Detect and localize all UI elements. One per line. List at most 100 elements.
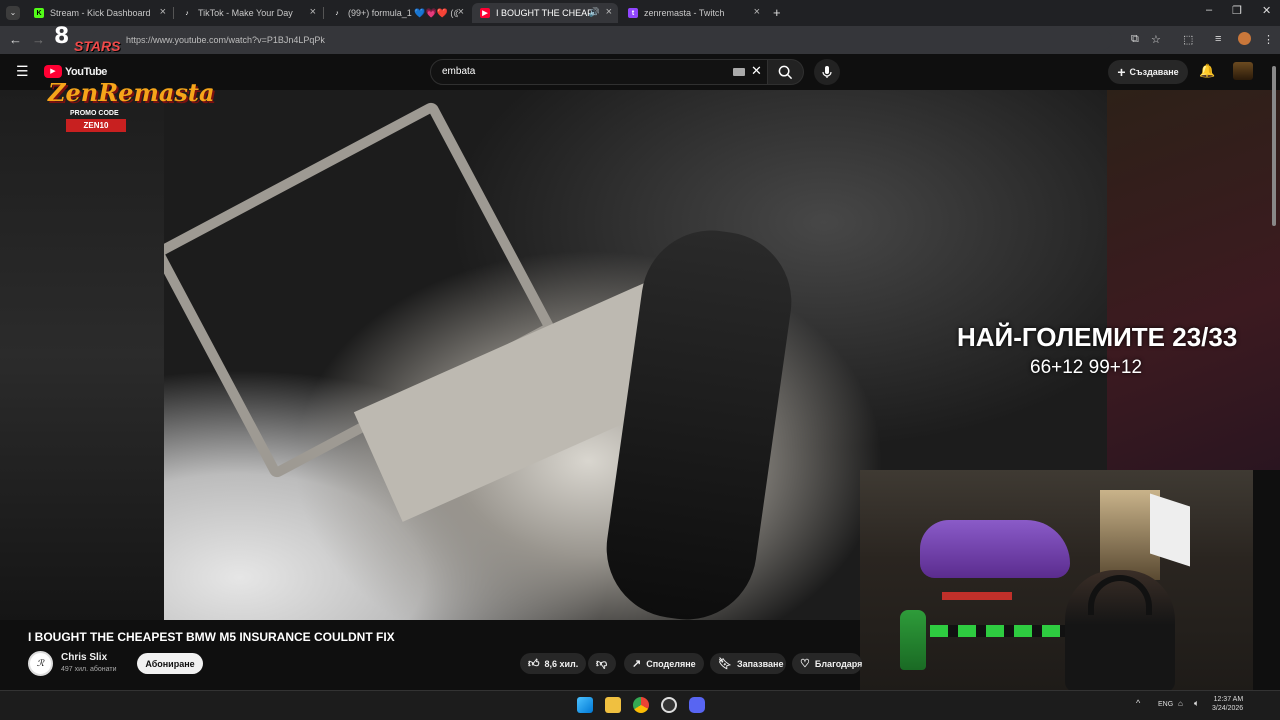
search-input[interactable]: embata ✕ xyxy=(430,59,768,85)
discord-icon[interactable] xyxy=(689,697,705,713)
url-text: https://www.youtube.com/watch?v=P1BJn4LP… xyxy=(126,35,325,45)
video-ambient-right xyxy=(1107,90,1280,470)
tab-tiktok[interactable]: ♪ TikTok - Make Your Day × xyxy=(174,3,322,23)
save-button[interactable]: 🔖︎ Запазване xyxy=(710,653,786,674)
tab-title: TikTok - Make Your Day xyxy=(198,8,293,18)
thanks-icon: ♡ xyxy=(800,658,810,670)
media-controls-icon[interactable]: ≡ xyxy=(1215,33,1221,45)
bookmark-star-icon[interactable]: ☆ xyxy=(1151,33,1161,46)
tiktok-icon: ♪ xyxy=(335,9,339,17)
tab-title: (99+) formula_1 💙💗❤️ (@re... xyxy=(348,7,458,18)
close-tab-icon[interactable]: × xyxy=(606,6,612,18)
menu-dots-icon[interactable]: ⋮ xyxy=(1263,33,1274,46)
close-tab-icon[interactable]: × xyxy=(160,6,166,18)
browser-toolbar: ← → https://www.youtube.com/watch?v=P1BJ… xyxy=(0,26,1280,54)
search-icon xyxy=(778,65,793,79)
webcam-floor-lights xyxy=(930,625,1070,637)
tray-chevron-icon[interactable]: ^ xyxy=(1136,698,1140,708)
back-icon[interactable]: ← xyxy=(9,32,22,47)
browser-tab-bar: ⌄ K Stream - Kick Dashboard × ♪ TikTok -… xyxy=(0,0,1280,26)
webcam-lift xyxy=(942,592,1012,600)
url-bar[interactable]: https://www.youtube.com/watch?v=P1BJn4LP… xyxy=(92,30,1112,50)
youtube-icon: ▶ xyxy=(480,8,490,18)
tab-title: zenremasta - Twitch xyxy=(644,8,725,18)
keyboard-icon[interactable] xyxy=(733,68,745,76)
clock-date: 3/24/2026 xyxy=(1212,705,1244,712)
share-label: Споделяне xyxy=(646,658,696,669)
dislike-button[interactable]: 👎︎ xyxy=(588,653,616,674)
video-title: I BOUGHT THE CHEAPEST BMW M5 INSURANCE C… xyxy=(28,630,395,644)
tab-title: Stream - Kick Dashboard xyxy=(50,8,151,18)
obs-icon[interactable] xyxy=(661,697,677,713)
chrome-icon[interactable] xyxy=(633,697,649,713)
tab-search-button[interactable]: ⌄ xyxy=(6,6,20,20)
tiktok-icon: ♪ xyxy=(185,9,189,17)
windows-taskbar: ^ ⌂ 🔈︎ xyxy=(0,690,1280,720)
promo-code: ZEN10 xyxy=(66,119,126,132)
system-clock[interactable]: 12:37 AM 3/24/2026 xyxy=(1212,695,1243,713)
save-label: Запазване xyxy=(736,658,784,669)
like-button[interactable]: 👍︎ 8,6 хил. xyxy=(520,653,586,674)
plus-icon: + xyxy=(1117,64,1126,80)
extensions-icon[interactable]: ⬚ xyxy=(1183,33,1193,46)
twitch-icon: t xyxy=(628,8,638,18)
file-explorer-icon[interactable] xyxy=(605,697,621,713)
cast-icon[interactable]: ⧉ xyxy=(1131,33,1139,46)
close-tab-icon[interactable]: × xyxy=(458,6,464,18)
page-scrollbar[interactable] xyxy=(1270,56,1278,686)
subscriber-count: 497 хил. абонати xyxy=(61,666,117,673)
windows-start-icon[interactable] xyxy=(577,697,593,713)
tab-tiktok-formula1[interactable]: ♪ (99+) formula_1 💙💗❤️ (@re... × xyxy=(324,3,470,23)
close-tab-icon[interactable]: × xyxy=(310,6,316,18)
thanks-button[interactable]: ♡ Благодаря xyxy=(792,653,862,674)
tab-title: I BOUGHT THE CHEAPEST B... xyxy=(496,8,592,18)
channel-avatar[interactable]: ℛ xyxy=(28,651,53,676)
promo-label: PROMO CODE xyxy=(70,110,119,117)
logo-name-text: ZenRemasta xyxy=(48,78,215,107)
channel-name[interactable]: Chris Slix xyxy=(61,652,107,663)
webcam-car xyxy=(920,520,1070,578)
close-window-icon[interactable]: ✕ xyxy=(1262,4,1271,17)
volume-icon[interactable]: 🔈︎ xyxy=(1194,698,1199,709)
kick-icon: K xyxy=(34,8,44,18)
thumbs-down-icon: 👎︎ xyxy=(596,658,608,670)
create-button[interactable]: + Създаване xyxy=(1108,60,1188,84)
webcam-overlay xyxy=(860,470,1253,692)
logo-stars-text: STARS xyxy=(74,38,121,54)
clock-time: 12:37 AM xyxy=(1213,696,1244,703)
network-icon[interactable]: ⌂ xyxy=(1178,699,1183,708)
video-ambient-left xyxy=(0,90,164,620)
thanks-label: Благодаря xyxy=(814,658,862,669)
search-value: embata xyxy=(442,66,476,77)
stream-overlay-title: НАЙ-ГОЛЕМИТЕ 23/33 xyxy=(957,322,1238,352)
input-language[interactable]: ENG xyxy=(1158,701,1173,708)
account-avatar[interactable] xyxy=(1233,62,1253,80)
audio-playing-icon[interactable]: 🔊 xyxy=(589,7,600,18)
minimize-icon[interactable]: – xyxy=(1206,4,1212,16)
thumbs-up-icon: 👍︎ xyxy=(528,658,540,670)
like-count: 8,6 хил. xyxy=(544,658,579,669)
subscribe-button[interactable]: Абониране xyxy=(137,653,203,674)
bookmark-icon: 🔖︎ xyxy=(718,658,732,670)
close-tab-icon[interactable]: × xyxy=(754,6,760,18)
stream-overlay-score: 66+12 99+12 xyxy=(1030,357,1143,378)
maximize-icon[interactable]: ❐ xyxy=(1232,4,1242,17)
video-frame-detail xyxy=(597,221,801,620)
tab-youtube-video[interactable]: ▶ I BOUGHT THE CHEAPEST B... 🔊 × xyxy=(472,3,618,23)
create-label: Създаване xyxy=(1129,67,1179,77)
voice-search-button[interactable] xyxy=(814,59,840,85)
notifications-bell-icon[interactable]: 🔔 xyxy=(1199,63,1215,79)
new-tab-icon[interactable]: + xyxy=(773,5,781,20)
tab-twitch[interactable]: t zenremasta - Twitch × xyxy=(620,3,766,23)
share-icon: ↗ xyxy=(632,658,642,670)
share-button[interactable]: ↗ Споделяне xyxy=(624,653,704,674)
clear-search-icon[interactable]: ✕ xyxy=(751,63,762,79)
microphone-icon xyxy=(822,66,832,78)
profile-avatar[interactable] xyxy=(1238,32,1251,45)
scrollbar-thumb[interactable] xyxy=(1272,66,1276,226)
hamburger-menu-icon[interactable]: ☰ xyxy=(16,63,29,80)
webcam-softbox xyxy=(1150,493,1190,567)
search-button[interactable] xyxy=(768,59,804,85)
stream-logo-overlay: 8 STARS ZenRemasta PROMO CODE ZEN10 xyxy=(44,20,215,138)
webcam-bottle xyxy=(900,610,926,670)
